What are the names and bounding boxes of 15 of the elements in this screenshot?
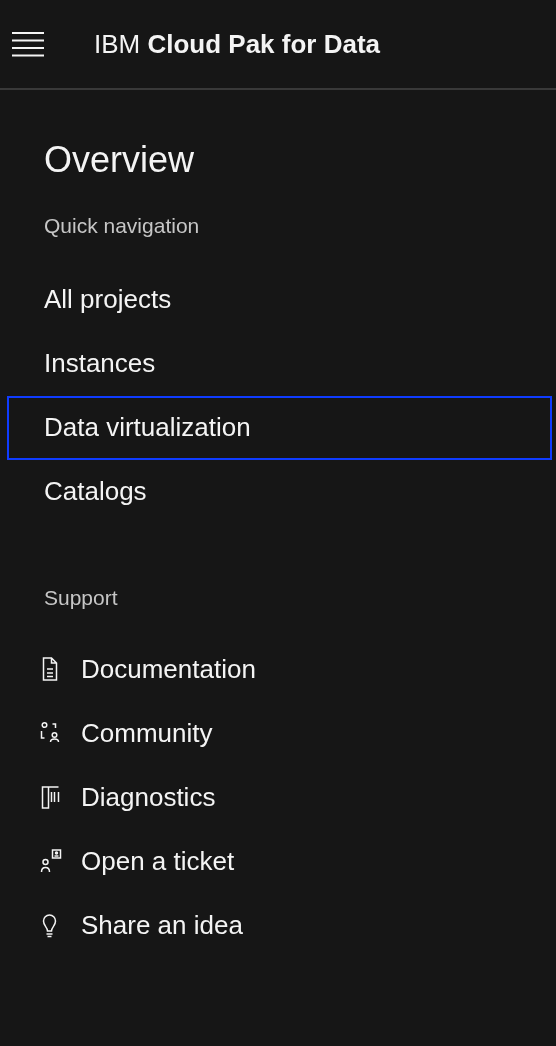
page-title: Overview: [44, 138, 196, 182]
support-link[interactable]: Documentation: [38, 637, 512, 701]
support-link[interactable]: Diagnostics: [38, 765, 512, 829]
nav-link[interactable]: Catalogs: [7, 459, 552, 524]
nav-link[interactable]: All projects: [7, 267, 552, 332]
nav-link[interactable]: Data virtualization: [7, 395, 552, 460]
app-title: IBM Cloud Pak for Data: [94, 27, 381, 61]
section-heading: Quick navigation: [44, 213, 201, 239]
support-link[interactable]: Open a ticket: [38, 829, 512, 893]
section-heading: Support: [44, 584, 119, 611]
support-link[interactable]: Share an idea: [38, 893, 512, 957]
support-link[interactable]: Community: [38, 701, 512, 765]
menu-icon[interactable]: [12, 31, 44, 57]
person-card-icon: [38, 848, 63, 874]
nav-link[interactable]: Instances: [7, 331, 552, 396]
